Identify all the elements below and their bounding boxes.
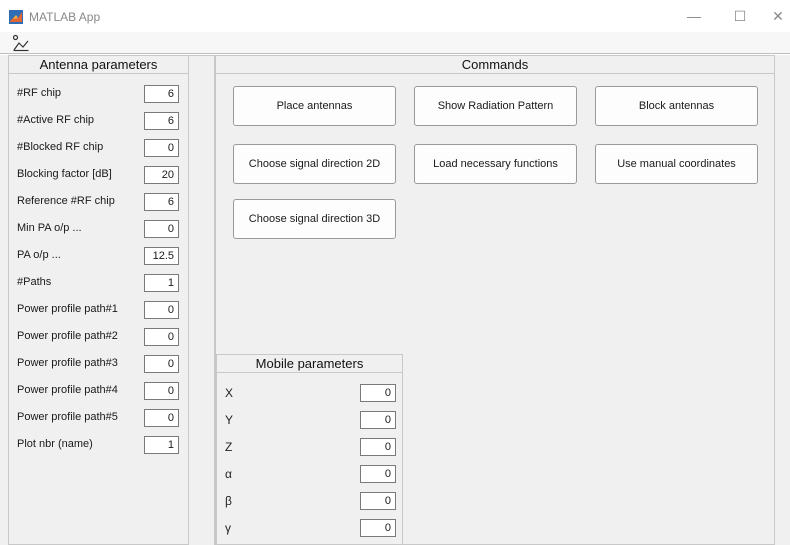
mobile-field-z[interactable]: 0 — [360, 438, 396, 456]
param-label-power-profile-path-5: Power profile path#5 — [17, 411, 118, 423]
mobile-label-gamma: γ — [225, 521, 231, 535]
choose-signal-direction-2d-button[interactable]: Choose signal direction 2D — [233, 144, 396, 184]
mobile-field-beta[interactable]: 0 — [360, 492, 396, 510]
param-field-power-profile-path-2[interactable]: 0 — [144, 328, 179, 346]
choose-signal-direction-3d-button[interactable]: Choose signal direction 3D — [233, 199, 396, 239]
param-label-power-profile-path-2: Power profile path#2 — [17, 330, 118, 342]
param-field-plot-nbr[interactable]: 1 — [144, 436, 179, 454]
mobile-field-alpha[interactable]: 0 — [360, 465, 396, 483]
show-radiation-pattern-button[interactable]: Show Radiation Pattern — [414, 86, 577, 126]
mobile-label-beta: β — [225, 494, 232, 508]
param-label-power-profile-path-1: Power profile path#1 — [17, 303, 118, 315]
param-field-active-rf-chip[interactable]: 6 — [144, 112, 179, 130]
param-field-power-profile-path-5[interactable]: 0 — [144, 409, 179, 427]
mobile-field-x[interactable]: 0 — [360, 384, 396, 402]
empty-panel — [189, 55, 215, 545]
mobile-panel-title: Mobile parameters — [217, 355, 402, 373]
param-label-rf-chip: #RF chip — [17, 87, 62, 99]
param-label-paths: #Paths — [17, 276, 52, 288]
maximize-button[interactable]: ☐ — [727, 5, 753, 27]
param-field-paths[interactable]: 1 — [144, 274, 179, 292]
mobile-field-gamma[interactable]: 0 — [360, 519, 396, 537]
antenna-panel-title: Antenna parameters — [9, 56, 188, 74]
param-label-plot-nbr: Plot nbr (name) — [17, 438, 93, 450]
param-field-pa-output[interactable]: 12.5 — [144, 247, 179, 265]
param-field-min-pa-output[interactable]: 0 — [144, 220, 179, 238]
param-label-blocking-factor: Blocking factor [dB] — [17, 168, 112, 180]
param-field-rf-chip[interactable]: 6 — [144, 85, 179, 103]
use-manual-coordinates-button[interactable]: Use manual coordinates — [595, 144, 758, 184]
mobile-label-y: Y — [225, 413, 234, 427]
close-button[interactable]: ✕ — [765, 5, 790, 27]
param-field-reference-rf-chip[interactable]: 6 — [144, 193, 179, 211]
toolbar — [0, 32, 790, 54]
plot-tool-icon[interactable] — [12, 34, 30, 52]
param-label-power-profile-path-4: Power profile path#4 — [17, 384, 118, 396]
param-label-pa-output: PA o/p ... — [17, 249, 61, 261]
block-antennas-button[interactable]: Block antennas — [595, 86, 758, 126]
param-field-blocking-factor[interactable]: 20 — [144, 166, 179, 184]
param-label-min-pa-output: Min PA o/p ... — [17, 222, 82, 234]
mobile-label-alpha: α — [225, 467, 232, 481]
window-title: MATLAB App — [29, 10, 101, 24]
mobile-label-x: X — [225, 386, 234, 400]
param-field-power-profile-path-1[interactable]: 0 — [144, 301, 179, 319]
mobile-field-y[interactable]: 0 — [360, 411, 396, 429]
param-label-power-profile-path-3: Power profile path#3 — [17, 357, 118, 369]
mobile-label-z: Z — [225, 440, 233, 454]
matlab-logo-icon — [9, 10, 23, 24]
param-field-blocked-rf-chip[interactable]: 0 — [144, 139, 179, 157]
load-necessary-functions-button[interactable]: Load necessary functions — [414, 144, 577, 184]
param-label-active-rf-chip: #Active RF chip — [17, 114, 95, 126]
param-field-power-profile-path-3[interactable]: 0 — [144, 355, 179, 373]
title-bar: MATLAB App — ☐ ✕ — [0, 0, 790, 32]
minimize-button[interactable]: — — [681, 5, 707, 27]
param-field-power-profile-path-4[interactable]: 0 — [144, 382, 179, 400]
param-label-blocked-rf-chip: #Blocked RF chip — [17, 141, 104, 153]
commands-panel-title: Commands — [216, 56, 774, 74]
param-label-reference-rf-chip: Reference #RF chip — [17, 195, 115, 207]
place-antennas-button[interactable]: Place antennas — [233, 86, 396, 126]
